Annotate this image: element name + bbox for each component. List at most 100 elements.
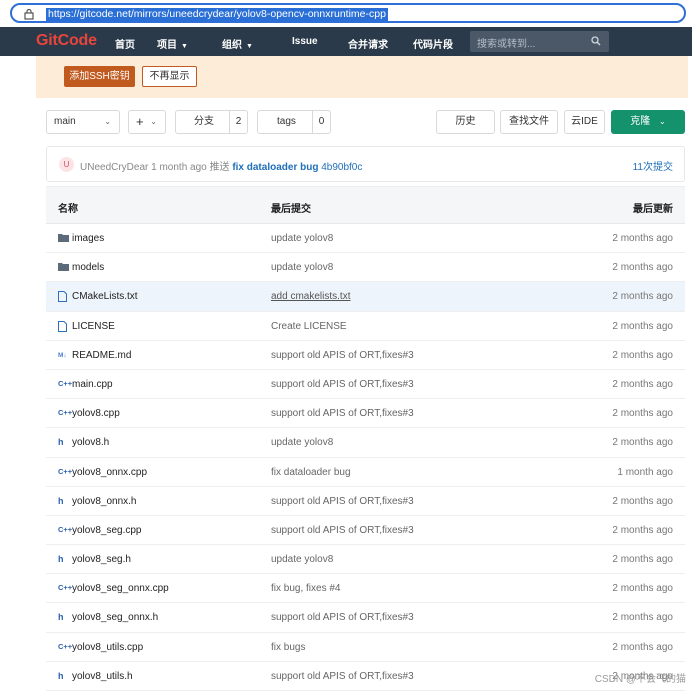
url-text: https://gitcode.net/mirrors/uneedcrydear… [46,8,388,21]
folder-icon [58,262,69,272]
file-name-link[interactable]: yolov8_seg.cpp [72,525,142,536]
file-name-link[interactable]: yolov8_seg_onnx.h [72,612,158,623]
branches-button[interactable]: 分支 2 [175,110,248,134]
lock-icon [24,8,34,20]
commit-message[interactable]: fix dataloader bug [232,162,318,173]
folder-icon [58,233,69,243]
commit-action: 推送 [209,162,230,173]
table-row[interactable]: C++ yolov8_seg_onnx.cpp fix bug, fixes #4 2… [46,574,685,604]
file-commit-message[interactable]: support old APIS of ORT,fixes#3 [271,671,414,682]
table-row[interactable]: models update yolov8 2 months ago [46,253,685,283]
file-commit-message[interactable]: fix bugs [271,642,305,653]
nav-issues[interactable]: Issue [292,36,318,47]
file-commit-message[interactable]: Create LICENSE [271,321,347,332]
search-icon [591,36,601,46]
file-commit-message[interactable]: fix dataloader bug [271,467,351,478]
branches-label: 分支 [194,116,214,127]
nav-merge-requests[interactable]: 合并请求 [348,36,388,51]
table-row[interactable]: CMakeLists.txt add cmakelists.txt 2 months… [46,282,685,312]
url-input[interactable]: https://gitcode.net/mirrors/uneedcrydear… [10,3,686,23]
header-last-commit: 最后提交 [271,204,311,215]
branch-select[interactable]: main ⌄ [46,110,120,134]
file-updated-date: 2 months ago [612,524,673,536]
clone-button[interactable]: 克隆 ⌄ [611,110,685,134]
dont-show-again-button[interactable]: 不再显示 [142,66,197,87]
file-updated-date: 2 months ago [612,612,673,624]
file-commit-message[interactable]: support old APIS of ORT,fixes#3 [271,496,414,507]
file-updated-date: 2 months ago [612,320,673,332]
table-row[interactable]: C++ yolov8_utils.cpp fix bugs 2 months ago [46,633,685,662]
history-button[interactable]: 历史 [436,110,495,134]
search-input[interactable]: 搜索或转到... [470,31,609,52]
file-updated-date: 2 months ago [612,437,673,449]
browser-address-bar: https://gitcode.net/mirrors/uneedcrydear… [0,0,692,26]
file-updated-date: 2 months ago [612,233,673,244]
table-row[interactable]: C++ main.cpp support old APIS of ORT,fixes… [46,370,685,400]
file-name-link[interactable]: yolov8.cpp [72,408,120,419]
avatar[interactable]: U [59,157,74,172]
add-ssh-key-button[interactable]: 添加SSH密钥 [64,66,135,87]
file-commit-message[interactable]: support old APIS of ORT,fixes#3 [271,612,414,623]
nav-groups[interactable]: 组织 ▼ [222,36,253,51]
file-updated-date: 2 months ago [612,495,673,507]
cpp-icon: C++ [58,408,73,418]
web-ide-button[interactable]: 云IDE [564,110,605,134]
table-row[interactable]: LICENSE Create LICENSE 2 months ago [46,312,685,341]
add-menu-button[interactable]: + ⌄ [128,110,166,134]
nav-snippets[interactable]: 代码片段 [413,36,453,51]
file-name-link[interactable]: yolov8_seg_onnx.cpp [72,583,169,594]
file-name-link[interactable]: README.md [72,350,131,361]
table-row[interactable]: h yolov8_onnx.h support old APIS of ORT,fi… [46,487,685,516]
table-row[interactable]: h yolov8.h update yolov8 2 months ago [46,428,685,458]
clone-label: 克隆 [630,116,651,127]
file-updated-date: 1 month ago [617,466,673,478]
file-updated-date: 2 months ago [612,554,673,566]
gitcode-logo[interactable]: GitCode [36,32,97,50]
file-name-link[interactable]: yolov8_utils.cpp [72,642,143,653]
file-name-link[interactable]: yolov8_seg.h [72,554,131,565]
file-commit-message[interactable]: update yolov8 [271,437,333,448]
file-commit-message[interactable]: update yolov8 [271,233,333,244]
file-name-link[interactable]: images [72,233,104,244]
nav-projects[interactable]: 项目 ▼ [157,36,188,51]
cpp-icon: C++ [58,524,73,534]
file-name-link[interactable]: models [72,262,104,273]
commit-count-link[interactable]: 11次提交 [633,158,673,173]
table-row[interactable]: h yolov8_utils.h support old APIS of ORT,f… [46,662,685,691]
file-updated-date: 2 months ago [612,262,673,274]
file-name-link[interactable]: yolov8.h [72,437,109,448]
branch-name: main [54,116,76,127]
table-row[interactable]: h yolov8_seg.h update yolov8 2 months ago [46,545,685,575]
chevron-down-icon: ⌄ [659,117,666,126]
file-name-link[interactable]: main.cpp [72,379,113,390]
tags-count: 0 [312,111,330,133]
markdown-icon: M↓ [58,351,67,359]
file-name-link[interactable]: CMakeLists.txt [72,291,138,302]
table-row[interactable]: C++ yolov8_seg.cpp support old APIS of ORT… [46,516,685,546]
commit-author[interactable]: UNeedCryDear [80,162,148,173]
file-commit-message[interactable]: support old APIS of ORT,fixes#3 [271,408,414,419]
last-commit-info: UNeedCryDear 1 month ago 推送 fix dataload… [80,158,362,173]
nav-home[interactable]: 首页 [115,36,135,51]
file-name-link[interactable]: yolov8_onnx.h [72,496,137,507]
table-row[interactable]: C++ yolov8_onnx.cpp fix dataloader bug 1 mo… [46,458,685,487]
table-row[interactable]: M↓ README.md support old APIS of ORT,fixes… [46,341,685,370]
file-name-link[interactable]: LICENSE [72,321,115,332]
file-list: images update yolov8 2 months ago models upd… [46,224,685,691]
table-row[interactable]: C++ yolov8.cpp support old APIS of ORT,fix… [46,399,685,429]
file-commit-message[interactable]: add cmakelists.txt [271,291,350,302]
file-commit-message[interactable]: update yolov8 [271,262,333,273]
find-file-button[interactable]: 查找文件 [500,110,558,134]
table-row[interactable]: images update yolov8 2 months ago [46,224,685,254]
file-name-link[interactable]: yolov8_onnx.cpp [72,467,147,478]
file-commit-message[interactable]: update yolov8 [271,554,333,565]
file-commit-message[interactable]: support old APIS of ORT,fixes#3 [271,350,414,361]
tags-button[interactable]: tags 0 [257,110,331,134]
file-commit-message[interactable]: support old APIS of ORT,fixes#3 [271,379,414,390]
file-name-link[interactable]: yolov8_utils.h [72,671,133,682]
ssh-key-notice: 添加SSH密钥 不再显示 [36,56,688,98]
file-commit-message[interactable]: fix bug, fixes #4 [271,583,340,594]
table-row[interactable]: h yolov8_seg_onnx.h support old APIS of OR… [46,603,685,633]
commit-hash[interactable]: 4b90bf0c [321,162,362,173]
file-commit-message[interactable]: support old APIS of ORT,fixes#3 [271,525,414,536]
